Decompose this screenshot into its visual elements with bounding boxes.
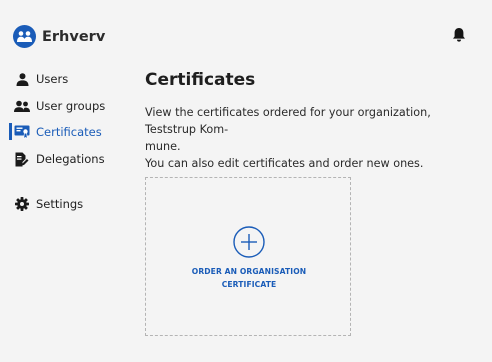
brand-logo[interactable]: Erhverv [13,25,105,48]
brand-logo-icon [13,25,36,48]
sidebar-item-label: User groups [36,99,106,113]
sidebar-item-user-groups[interactable]: User groups [14,97,105,115]
user-icon [14,72,30,86]
sidebar-item-settings[interactable]: Settings [14,195,83,213]
delegation-icon [14,152,30,166]
sidebar-item-label: Users [36,72,69,86]
description-line: You can also edit certificates and order… [145,157,424,170]
gear-icon [14,197,30,211]
sidebar-item-delegations[interactable]: Delegations [14,150,105,168]
active-nav-indicator [9,123,12,140]
user-group-icon [14,99,30,113]
sidebar-item-certificates[interactable]: Certificates [14,123,102,141]
order-certificate-label-line: ORDER AN ORGANISATION [191,267,307,276]
order-certificate-label-line: CERTIFICATE [221,280,277,289]
sidebar-item-label: Delegations [36,152,105,166]
sidebar-item-users[interactable]: Users [14,70,68,88]
sidebar-item-label: Certificates [36,125,102,139]
app-root: Erhverv Users User groups Certificates D… [0,0,492,362]
sidebar-item-label: Settings [36,197,84,211]
certificate-icon [14,125,30,139]
bell-icon[interactable] [452,27,466,43]
page-description: View the certificates ordered for your o… [145,104,475,172]
description-line: mune. [145,140,181,153]
description-line: View the certificates ordered for your o… [145,106,431,136]
page-title: Certificates [145,70,256,90]
plus-circle-icon [233,226,265,258]
order-certificate-card[interactable]: ORDER AN ORGANISATION CERTIFICATE [145,177,351,336]
order-certificate-label: ORDER AN ORGANISATION CERTIFICATE [146,265,352,291]
brand-name: Erhverv [42,28,106,45]
